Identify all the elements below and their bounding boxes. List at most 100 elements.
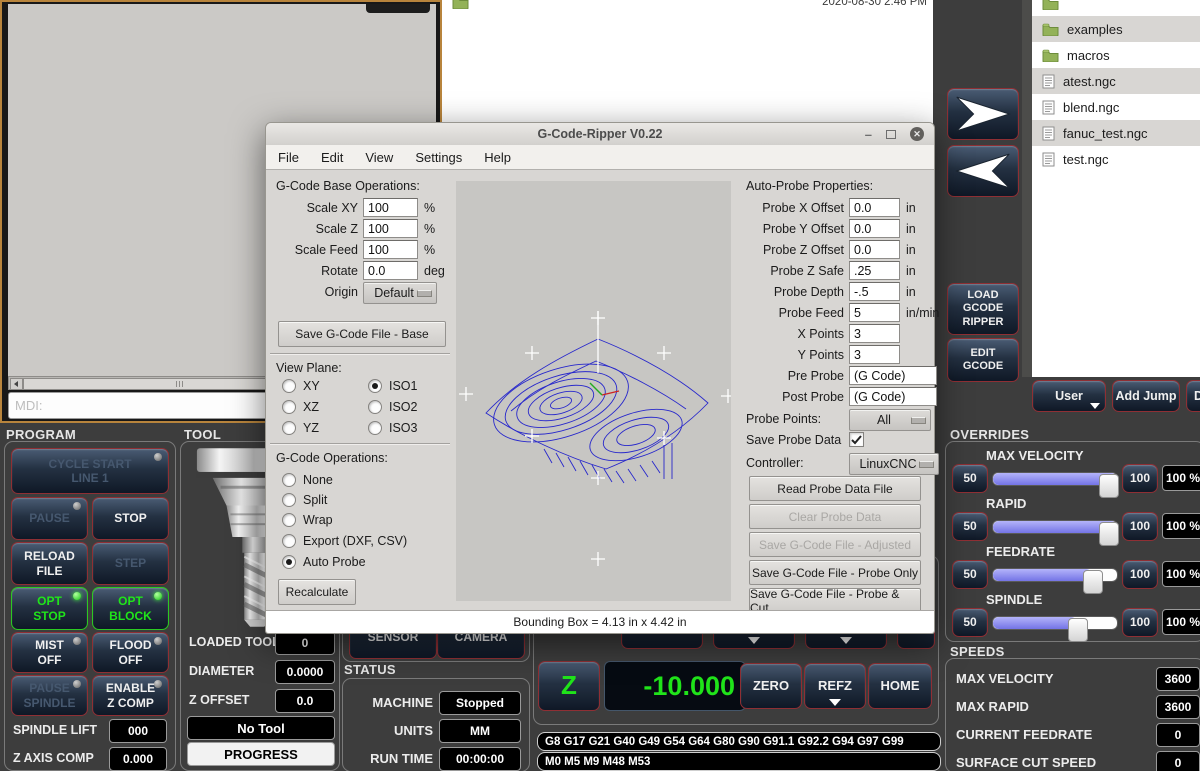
probe-depth-input[interactable]: -.5 <box>849 282 900 301</box>
probe-y-offset-input[interactable]: 0.0 <box>849 219 900 238</box>
diameter-label: DIAMETER <box>189 664 254 678</box>
menu-file[interactable]: File <box>278 150 299 165</box>
spindle-50-button[interactable]: 50 <box>952 608 988 637</box>
radio-icon <box>282 379 296 393</box>
add-jump-button[interactable]: Add Jump <box>1112 380 1180 412</box>
next-file-button[interactable] <box>947 88 1019 140</box>
list-item[interactable]: test.ngc <box>1032 146 1200 172</box>
pre-probe-input[interactable]: (G Code) <box>849 366 937 385</box>
radio-view-xz[interactable]: XZ <box>282 400 319 414</box>
rapid-100-button[interactable]: 100 <box>1122 512 1158 541</box>
recalculate-button[interactable]: Recalculate <box>278 579 356 605</box>
rapid-50-button[interactable]: 50 <box>952 512 988 541</box>
read-probe-data-button[interactable]: Read Probe Data File <box>749 476 921 501</box>
spindle-slider[interactable] <box>992 609 1118 635</box>
list-item[interactable]: atest.ngc <box>1032 68 1200 94</box>
save-probe-data-checkbox[interactable] <box>849 432 864 447</box>
clear-probe-data-button[interactable]: Clear Probe Data <box>749 504 921 529</box>
save-gcode-base-button[interactable]: Save G-Code File - Base <box>278 321 446 347</box>
radio-view-iso3[interactable]: ISO3 <box>368 421 418 435</box>
menu-settings[interactable]: Settings <box>415 150 462 165</box>
slider-handle[interactable] <box>1099 522 1119 546</box>
rapid-slider[interactable] <box>992 513 1118 539</box>
menu-view[interactable]: View <box>365 150 393 165</box>
radio-op-none[interactable]: None <box>282 473 333 487</box>
slider-handle[interactable] <box>1083 570 1103 594</box>
slider-handle[interactable] <box>1068 618 1088 642</box>
probe-x-offset-input[interactable]: 0.0 <box>849 198 900 217</box>
z-dro-display: -10.000 <box>604 661 746 711</box>
opt-block-button[interactable]: OPT BLOCK <box>92 587 169 630</box>
controller-dropdown[interactable]: LinuxCNC <box>849 453 939 475</box>
x-points-input[interactable]: 3 <box>849 324 900 343</box>
gcode-preview-plot[interactable] <box>456 181 731 601</box>
zero-z-button[interactable]: ZERO <box>740 663 802 709</box>
radio-view-yz[interactable]: YZ <box>282 421 319 435</box>
enable-zcomp-button[interactable]: ENABLE Z COMP <box>92 675 169 716</box>
rotate-input[interactable]: 0.0 <box>363 261 418 280</box>
mist-button[interactable]: MIST OFF <box>11 632 88 673</box>
surface-cut-speed-value: 0 <box>1156 751 1200 771</box>
pause-spindle-button[interactable]: PAUSE SPINDLE <box>11 675 88 716</box>
maximize-icon[interactable] <box>886 130 896 139</box>
stop-button[interactable]: STOP <box>92 497 169 540</box>
list-item[interactable]: fanuc_test.ngc <box>1032 120 1200 146</box>
flood-button[interactable]: FLOOD OFF <box>92 632 169 673</box>
probe-z-safe-label: Probe Z Safe <box>746 264 844 278</box>
menu-edit[interactable]: Edit <box>321 150 343 165</box>
radio-view-iso2[interactable]: ISO2 <box>368 400 418 414</box>
slider-handle[interactable] <box>1099 474 1119 498</box>
file-list-panel[interactable]: examples macros atest.ngc blend.ngc fanu… <box>1032 0 1200 377</box>
radio-view-xy[interactable]: XY <box>282 379 320 393</box>
spindle-100-button[interactable]: 100 <box>1122 608 1158 637</box>
prev-file-button[interactable] <box>947 145 1019 197</box>
z-axis-button[interactable]: Z <box>538 661 600 711</box>
max-velocity-slider[interactable] <box>992 465 1118 491</box>
edit-gcode-button[interactable]: EDIT GCODE <box>947 338 1019 382</box>
gcode-ripper-dialog: G-Code-Ripper V0.22 – ✕ File Edit View S… <box>265 122 935 634</box>
radio-op-autoprobe[interactable]: Auto Probe <box>282 555 366 569</box>
list-item[interactable] <box>1032 0 1200 16</box>
machine-state-value: Stopped <box>439 691 521 715</box>
radio-op-split[interactable]: Split <box>282 493 327 507</box>
origin-dropdown[interactable]: Default <box>363 282 437 304</box>
max-velocity-50-button[interactable]: 50 <box>952 464 988 493</box>
home-z-button[interactable]: HOME <box>868 663 932 709</box>
user-menu-button[interactable]: User <box>1032 380 1106 412</box>
cycle-start-button[interactable]: CYCLE START LINE 1 <box>11 448 169 494</box>
probe-feed-input[interactable]: 5 <box>849 303 900 322</box>
scale-xy-input[interactable]: 100 <box>363 198 418 217</box>
feedrate-slider[interactable] <box>992 561 1118 587</box>
del-jump-button[interactable]: De <box>1186 380 1200 412</box>
radio-op-wrap[interactable]: Wrap <box>282 513 333 527</box>
list-item[interactable]: examples <box>1032 16 1200 42</box>
radio-view-iso1[interactable]: ISO1 <box>368 379 418 393</box>
ref-z-button[interactable]: REFZ <box>804 663 866 709</box>
pause-button[interactable]: PAUSE <box>11 497 88 540</box>
dialog-titlebar[interactable]: G-Code-Ripper V0.22 – ✕ <box>266 123 934 146</box>
save-gcode-adjusted-button[interactable]: Save G-Code File - Adjusted <box>749 532 921 557</box>
list-item[interactable]: macros <box>1032 42 1200 68</box>
opt-stop-button[interactable]: OPT STOP <box>11 587 88 630</box>
feedrate-100-button[interactable]: 100 <box>1122 560 1158 589</box>
reload-file-button[interactable]: RELOAD FILE <box>11 542 88 585</box>
scale-z-input[interactable]: 100 <box>363 219 418 238</box>
probe-points-dropdown[interactable]: All <box>849 409 931 431</box>
probe-z-offset-input[interactable]: 0.0 <box>849 240 900 259</box>
y-points-input[interactable]: 3 <box>849 345 900 364</box>
scale-feed-input[interactable]: 100 <box>363 240 418 259</box>
post-probe-input[interactable]: (G Code) <box>849 387 937 406</box>
close-icon[interactable]: ✕ <box>910 127 924 141</box>
list-item[interactable]: blend.ngc <box>1032 94 1200 120</box>
menu-help[interactable]: Help <box>484 150 511 165</box>
scroll-left-arrow-icon[interactable] <box>10 378 23 390</box>
step-button[interactable]: STEP <box>92 542 169 585</box>
load-gcode-ripper-button[interactable]: LOAD GCODE RIPPER <box>947 283 1019 335</box>
minimize-icon[interactable]: – <box>865 128 872 141</box>
max-velocity-100-button[interactable]: 100 <box>1122 464 1158 493</box>
feedrate-50-button[interactable]: 50 <box>952 560 988 589</box>
save-gcode-probe-only-button[interactable]: Save G-Code File - Probe Only <box>749 560 921 585</box>
radio-op-export[interactable]: Export (DXF, CSV) <box>282 534 407 548</box>
probe-z-safe-input[interactable]: .25 <box>849 261 900 280</box>
probe-points-label: Probe Points: <box>746 412 821 426</box>
